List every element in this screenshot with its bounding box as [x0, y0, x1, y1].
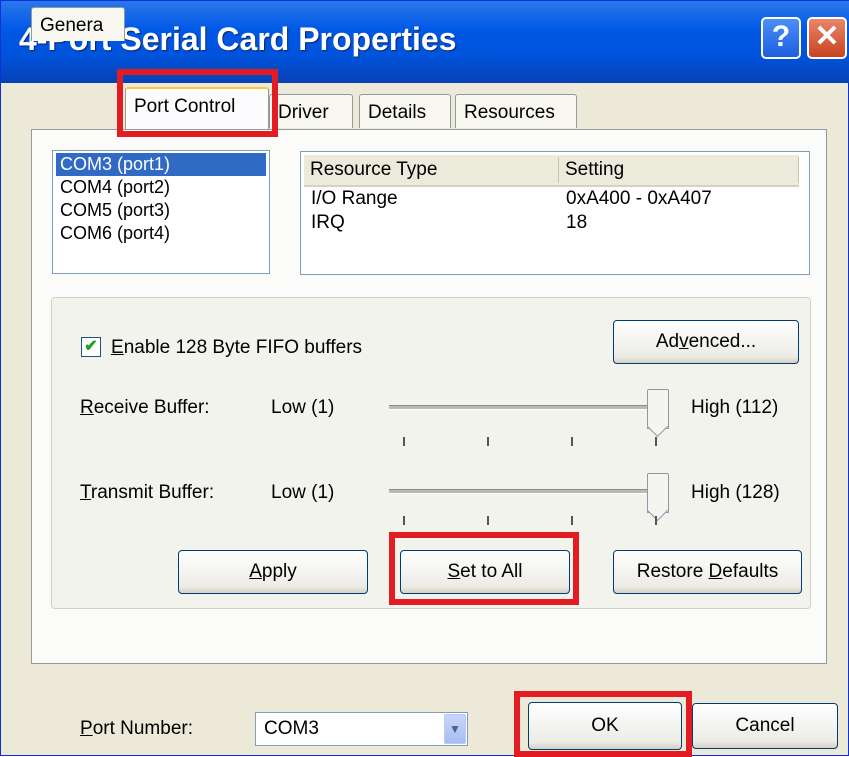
- chevron-down-icon[interactable]: ▼: [444, 714, 466, 744]
- fifo-checkbox-label[interactable]: Enable 128 Byte FIFO buffers: [111, 337, 362, 359]
- receive-tick: [655, 437, 657, 446]
- transmit-tick: [571, 516, 573, 525]
- resource-table[interactable]: Resource Type Setting I/O Range 0xA400 -…: [300, 151, 810, 275]
- help-button[interactable]: ?: [761, 17, 801, 59]
- port-number-label: Port Number:: [80, 718, 193, 739]
- table-cell: I/O Range: [311, 188, 398, 209]
- transmit-buffer-slider-thumb[interactable]: [647, 473, 669, 513]
- transmit-tick: [655, 516, 657, 525]
- list-item-com5[interactable]: COM5 (port3): [56, 199, 266, 222]
- port-list[interactable]: COM3 (port1) COM4 (port2) COM5 (port3) C…: [52, 150, 270, 274]
- restore-defaults-button[interactable]: Restore Defaults: [613, 550, 802, 594]
- column-header-resource-type[interactable]: Resource Type: [304, 157, 559, 183]
- close-button[interactable]: ✕: [807, 17, 847, 59]
- tab-driver[interactable]: Driver: [269, 94, 353, 128]
- list-item-com4[interactable]: COM4 (port2): [56, 176, 266, 199]
- receive-buffer-low-label: Low (1): [271, 397, 335, 418]
- receive-tick: [403, 437, 405, 446]
- receive-buffer-slider-track[interactable]: [389, 405, 661, 410]
- transmit-buffer-high-label: High (128): [691, 482, 780, 503]
- receive-buffer-slider-thumb[interactable]: [647, 389, 669, 429]
- advanced-button[interactable]: Advenced...: [613, 320, 799, 364]
- list-item-com6[interactable]: COM6 (port4): [56, 222, 266, 245]
- transmit-buffer-slider-track[interactable]: [389, 489, 661, 494]
- table-cell: IRQ: [311, 212, 345, 233]
- receive-tick: [487, 437, 489, 446]
- column-header-setting[interactable]: Setting: [559, 157, 799, 183]
- transmit-tick: [487, 516, 489, 525]
- fifo-checkbox[interactable]: ✔: [81, 337, 101, 357]
- properties-dialog: 4-Port Serial Card Properties ? ✕ Genera…: [0, 0, 849, 757]
- receive-buffer-high-label: High (112): [691, 397, 779, 418]
- set-to-all-button[interactable]: Set to All: [400, 550, 570, 594]
- tab-resources[interactable]: Resources: [455, 94, 577, 128]
- receive-tick: [571, 437, 573, 446]
- ok-button[interactable]: OK: [528, 702, 682, 750]
- tab-general[interactable]: Genera: [31, 7, 125, 41]
- tab-details[interactable]: Details: [359, 94, 451, 128]
- port-number-dropdown[interactable]: COM3 ▼: [255, 712, 468, 746]
- tab-port-control[interactable]: Port Control: [125, 87, 269, 129]
- port-number-value: COM3: [264, 718, 319, 739]
- table-header: Resource Type Setting: [304, 155, 799, 187]
- transmit-tick: [403, 516, 405, 525]
- transmit-buffer-label: Transmit Buffer:: [80, 482, 215, 503]
- apply-button[interactable]: Apply: [178, 550, 368, 594]
- transmit-buffer-low-label: Low (1): [271, 482, 335, 503]
- list-item-com3[interactable]: COM3 (port1): [56, 153, 266, 176]
- title-bar[interactable]: 4-Port Serial Card Properties ? ✕: [1, 1, 849, 83]
- receive-buffer-label: Receive Buffer:: [80, 397, 210, 418]
- table-cell: 18: [566, 212, 588, 233]
- table-cell: 0xA400 - 0xA407: [566, 188, 712, 209]
- cancel-button[interactable]: Cancel: [692, 703, 838, 749]
